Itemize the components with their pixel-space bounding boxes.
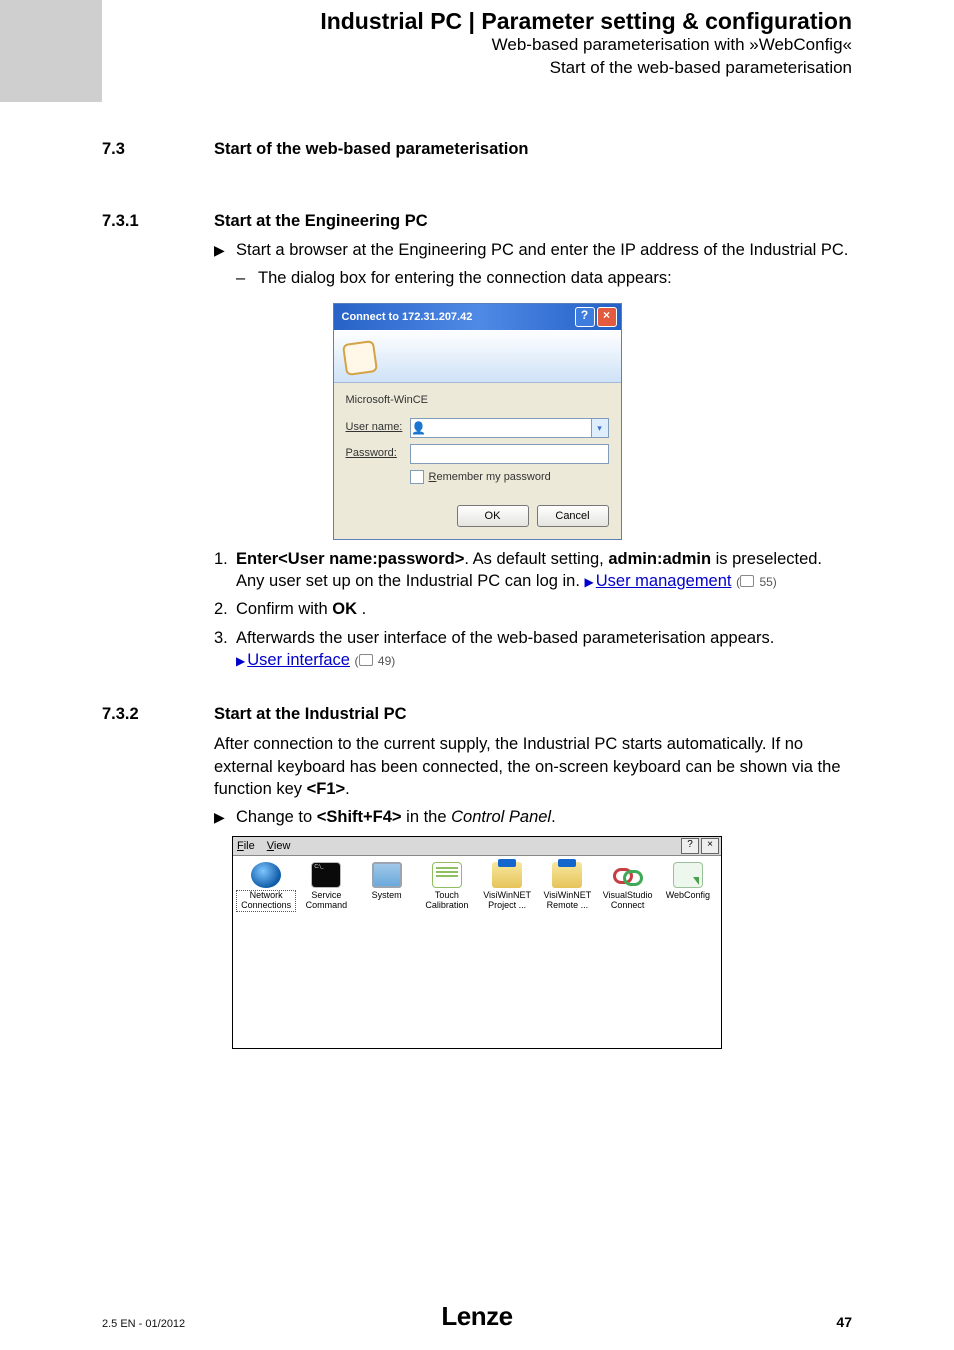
footer-version: 2.5 EN - 01/2012 — [102, 1318, 185, 1330]
cp-item-system[interactable]: System — [358, 862, 416, 901]
keys-icon — [341, 340, 377, 376]
step-2-t1: Confirm with — [236, 600, 332, 618]
cp-item-network-connections[interactable]: Network Connections — [237, 862, 295, 911]
b-c: in the — [402, 808, 452, 826]
remember-checkbox[interactable] — [410, 470, 424, 484]
section-7-3-1-number: 7.3.1 — [102, 210, 214, 232]
dialog-title-text: Connect to 172.31.207.42 — [342, 310, 473, 325]
password-label: Password: — [346, 446, 410, 461]
folder-net-icon — [492, 862, 522, 888]
username-combo[interactable]: 👤 ▾ — [410, 418, 609, 438]
section-7-3-2-number: 7.3.2 — [102, 703, 214, 725]
monitor-icon — [372, 862, 402, 888]
step-1-cmd: Enter<User name:password> — [236, 550, 464, 568]
dialog-close-button[interactable]: × — [597, 307, 617, 327]
cp-item-visiwinnet-remote[interactable]: VisiWinNET Remote ... — [538, 862, 596, 911]
cancel-button[interactable]: Cancel — [537, 505, 609, 527]
page-subtitle-2: Start of the web-based parameterisation — [102, 57, 852, 80]
bullet-start-browser-text: Start a browser at the Engineering PC an… — [236, 239, 852, 261]
cp-menu-view[interactable]: View — [267, 839, 291, 854]
section-7-3-1-heading: 7.3.1 Start at the Engineering PC — [102, 210, 852, 232]
dash-bullet-icon: – — [236, 267, 258, 289]
username-input[interactable] — [427, 419, 591, 437]
step-2: 2. Confirm with OK . — [214, 598, 852, 620]
step-1-number: 1. — [214, 548, 236, 593]
cp-item-webconfig[interactable]: WebConfig — [659, 862, 717, 901]
password-input[interactable] — [410, 444, 609, 464]
section-7-3-1-title: Start at the Engineering PC — [214, 210, 428, 232]
triangle-bullet-icon: ▶ — [214, 239, 236, 261]
step-1: 1. Enter<User name:password>. As default… — [214, 548, 852, 593]
dialog-realm-label: Microsoft-WinCE — [346, 393, 609, 408]
bullet-start-browser: ▶ Start a browser at the Engineering PC … — [214, 239, 852, 261]
cp-item-label: Service Command — [297, 891, 355, 911]
cp-item-visualstudio-connect[interactable]: VisualStudio Connect — [599, 862, 657, 911]
page-subtitle-1: Web-based parameterisation with »WebConf… — [102, 34, 852, 57]
connect-dialog: Connect to 172.31.207.42 ? × Microsoft-W… — [333, 303, 622, 540]
triangle-bullet-icon: ▶ — [214, 806, 236, 828]
step-3: 3. Afterwards the user interface of the … — [214, 627, 852, 672]
cp-item-label: VisualStudio Connect — [599, 891, 657, 911]
book-icon — [359, 654, 373, 666]
section-7-3-number: 7.3 — [102, 138, 214, 160]
cp-item-label: WebConfig — [665, 891, 711, 901]
link-triangle-icon: ▶ — [236, 654, 245, 668]
page-ref-49: ( 49) — [355, 654, 396, 668]
folder-net-icon — [552, 862, 582, 888]
section-7-3-2-title: Start at the Industrial PC — [214, 703, 407, 725]
remember-label: Remember my password — [429, 470, 551, 485]
cp-menu-file[interactable]: File — [237, 839, 255, 854]
step-3-number: 3. — [214, 627, 236, 672]
sub-bullet-dialog-appears: – The dialog box for entering the connec… — [236, 267, 852, 289]
section-7-3-2-heading: 7.3.2 Start at the Industrial PC — [102, 703, 852, 725]
sub-bullet-dialog-text: The dialog box for entering the connecti… — [258, 267, 852, 289]
book-icon — [740, 575, 754, 587]
cp-item-label: VisiWinNET Remote ... — [538, 891, 596, 911]
terminal-icon — [311, 862, 341, 888]
link-triangle-icon: ▶ — [585, 575, 594, 589]
user-interface-link[interactable]: User interface — [247, 651, 350, 669]
section-7-3-title: Start of the web-based parameterisation — [214, 138, 529, 160]
section-7-3-heading: 7.3 Start of the web-based parameterisat… — [102, 138, 852, 160]
page-ref-55: ( 55) — [736, 575, 777, 589]
b-d: Control Panel — [451, 808, 551, 826]
b-e: . — [551, 808, 556, 826]
control-panel-window: File View ? × Network Connections Servic… — [232, 836, 722, 1049]
step-2-number: 2. — [214, 598, 236, 620]
username-label: User name: — [346, 420, 410, 435]
lenze-logo: Lenze — [441, 1301, 512, 1332]
b-a: Change to — [236, 808, 317, 826]
dialog-help-button[interactable]: ? — [575, 307, 595, 327]
step-2-ok: OK — [332, 600, 357, 618]
globe-icon — [251, 862, 281, 888]
page-title: Industrial PC | Parameter setting & conf… — [102, 8, 852, 34]
cp-close-button[interactable]: × — [701, 838, 719, 854]
cp-item-label: VisiWinNET Project ... — [478, 891, 536, 911]
user-icon: 👤 — [411, 419, 427, 437]
sheet-icon — [432, 862, 462, 888]
cp-item-label: Network Connections — [237, 891, 295, 911]
bullet-change-to: ▶ Change to <Shift+F4> in the Control Pa… — [214, 806, 852, 828]
p1c: . — [345, 780, 350, 798]
cp-item-touch-calibration[interactable]: Touch Calibration — [418, 862, 476, 911]
cp-item-visiwinnet-project[interactable]: VisiWinNET Project ... — [478, 862, 536, 911]
chain-link-icon — [613, 862, 643, 888]
cp-item-service-command[interactable]: Service Command — [297, 862, 355, 911]
ok-button[interactable]: OK — [457, 505, 529, 527]
cp-item-label: Touch Calibration — [418, 891, 476, 911]
user-management-link[interactable]: User management — [596, 572, 732, 590]
cp-item-label: System — [371, 891, 403, 901]
section-7-3-2-paragraph: After connection to the current supply, … — [214, 733, 852, 800]
step-2-t3: . — [357, 600, 366, 618]
cp-help-button[interactable]: ? — [681, 838, 699, 854]
step-3-text: Afterwards the user interface of the web… — [236, 629, 774, 647]
web-page-icon — [673, 862, 703, 888]
p1b: <F1> — [307, 780, 346, 798]
b-b: <Shift+F4> — [317, 808, 402, 826]
step-1-default: admin:admin — [608, 550, 711, 568]
step-1-t1: . As default setting, — [464, 550, 608, 568]
chevron-down-icon[interactable]: ▾ — [591, 419, 608, 437]
footer-page-number: 47 — [836, 1314, 852, 1330]
